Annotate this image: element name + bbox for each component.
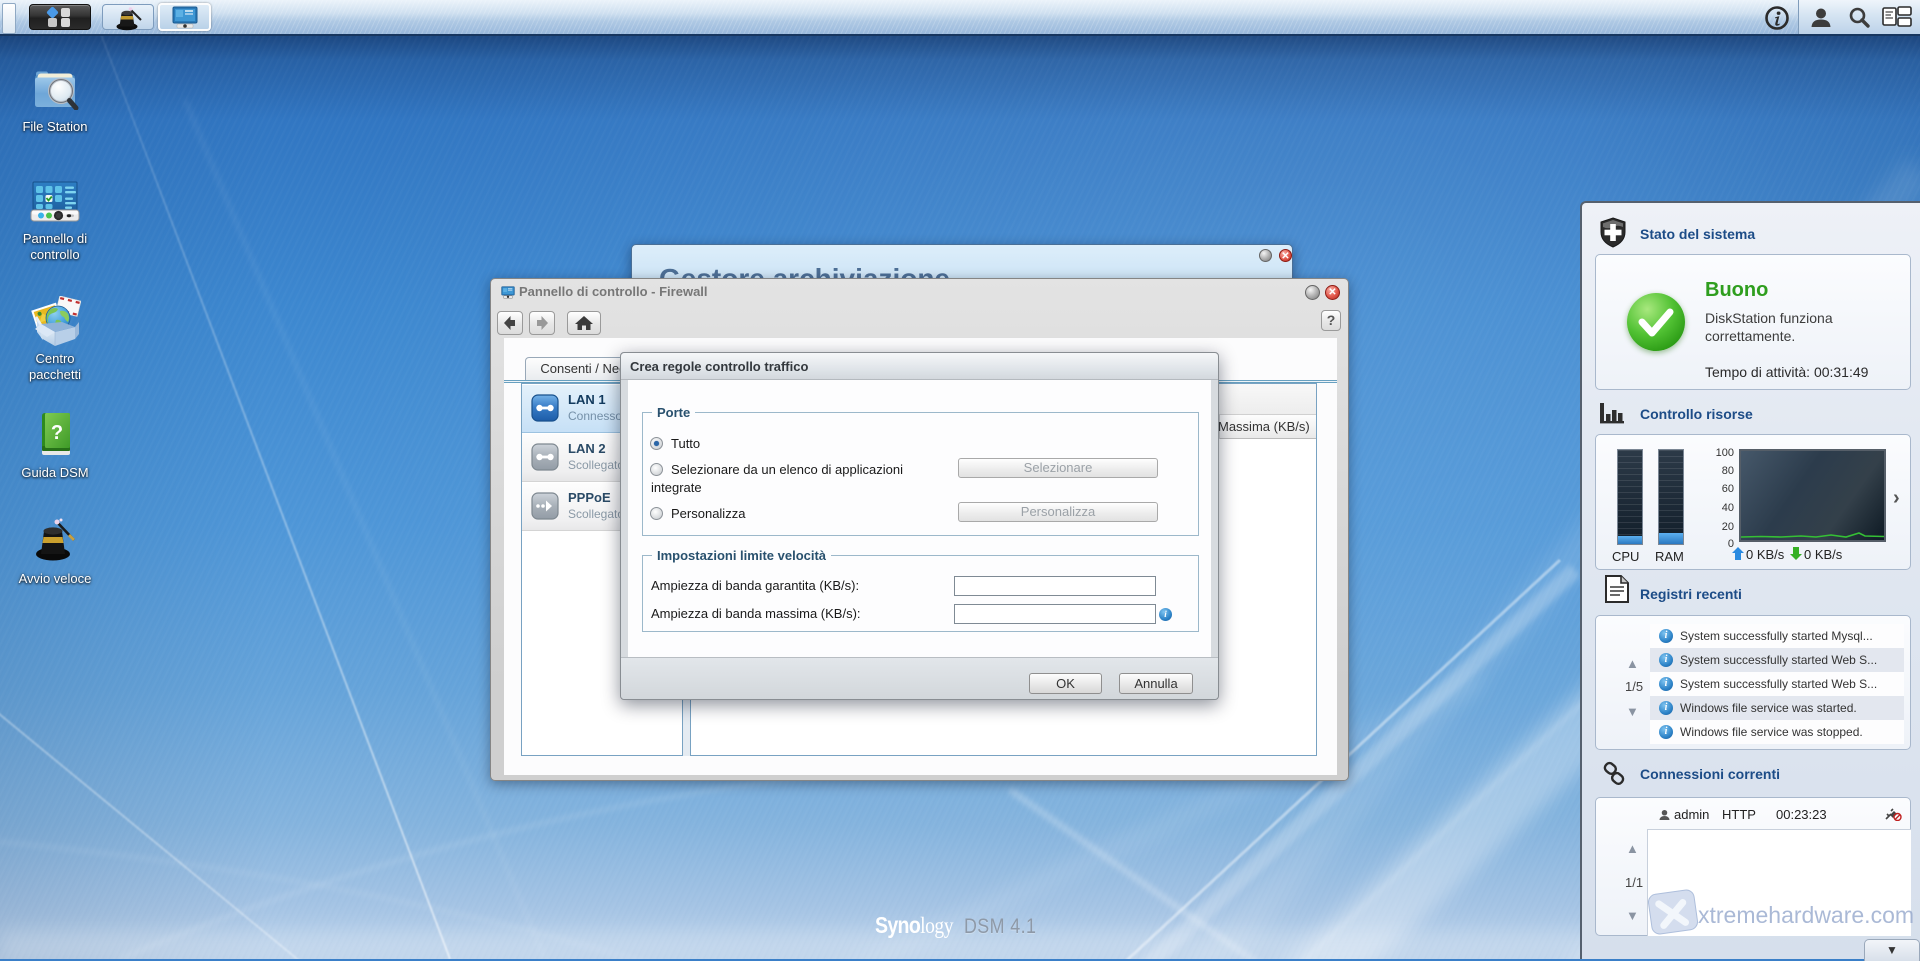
svg-text:?: ? xyxy=(51,422,63,444)
